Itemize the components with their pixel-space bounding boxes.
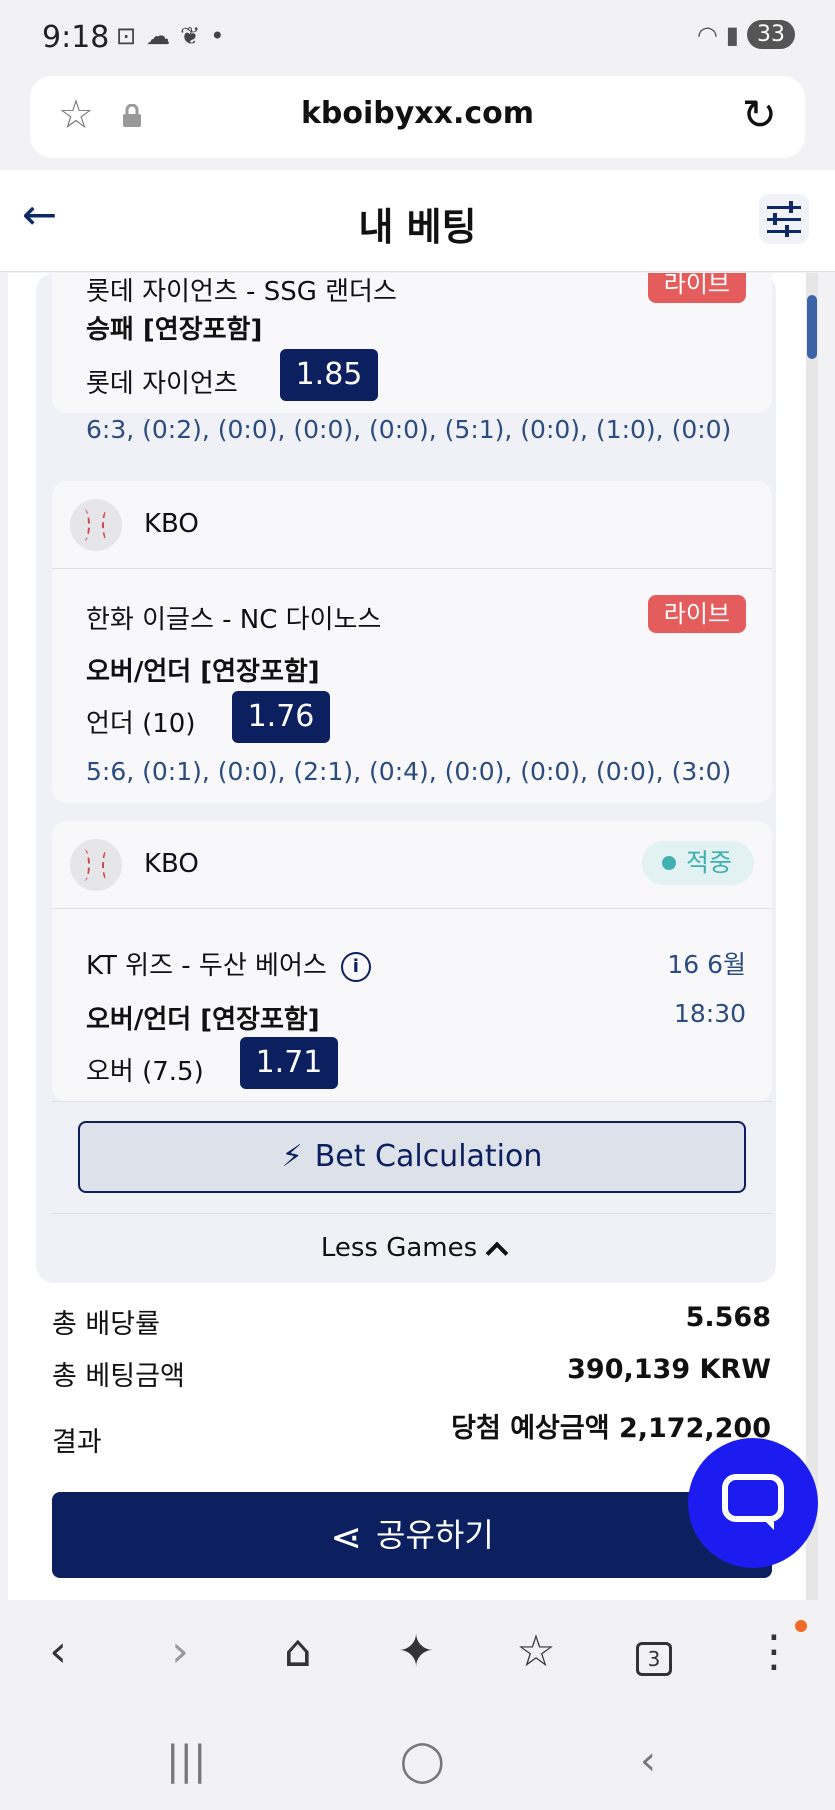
recent-apps-icon[interactable]: ||| <box>166 1738 206 1784</box>
notification-dot <box>795 1620 807 1632</box>
lightning-icon: ⚡ <box>281 1139 303 1174</box>
match-teams: KT 위즈 - 두산 베어스 i <box>86 945 371 982</box>
bet-market: 오버/언더 [연장포함] <box>86 1005 320 1035</box>
odds-badge: 1.71 <box>240 1037 338 1089</box>
score-line: 5:6, (0:1), (0:0), (2:1), (0:4), (0:0), … <box>86 757 732 786</box>
bet-card-body: 승패 [연장포함] 롯데 자이언츠 1.85 6:3, (0:2), (0:0)… <box>52 273 772 463</box>
home-icon[interactable]: ⌂ <box>268 1626 328 1677</box>
bet-card: KBO 적중 KT 위즈 - 두산 베어스 i 16 6월 오버/언더 [연장포함… <box>52 821 772 1101</box>
match-date: 16 6월 <box>667 950 746 979</box>
bet-pick: 언더 (10) <box>86 709 196 739</box>
cloud-icon: ☁ <box>146 22 171 50</box>
address-bar[interactable]: ☆ kboibyxx.com ↻ <box>30 76 805 158</box>
bet-calculation-button[interactable]: ⚡ Bet Calculation <box>78 1121 746 1193</box>
leaf-icon: ❦ <box>180 22 201 50</box>
menu-icon[interactable]: ⋮ <box>744 1626 804 1677</box>
tabs-icon[interactable]: 3 <box>624 1626 684 1677</box>
browser-toolbar: ‹ › ⌂ ✦ ☆ 3 ⋮ <box>0 1600 835 1710</box>
odds-badge: 1.76 <box>232 691 330 743</box>
share-icon: ⋖ <box>330 1515 363 1559</box>
chat-icon[interactable] <box>688 1438 818 1568</box>
bet-slip-content[interactable]: 롯데 자이언츠 - SSG 랜더스 라이브 승패 [연장포함] 롯데 자이언츠 … <box>8 273 818 1600</box>
bet-card: KBO 한화 이글스 - NC 다이노스 라이브 오버/언더 [연장포함] 언더… <box>52 481 772 803</box>
system-back-icon[interactable]: ‹ <box>640 1738 656 1784</box>
bookmarks-icon[interactable]: ☆ <box>506 1626 566 1677</box>
back-icon[interactable]: ‹ <box>28 1626 88 1677</box>
baseball-icon <box>70 839 122 891</box>
reload-icon[interactable]: ↻ <box>742 90 777 139</box>
forward-icon[interactable]: › <box>150 1626 210 1677</box>
less-games-toggle[interactable]: Less Games <box>8 1233 818 1264</box>
screenshot-icon: ⊡ <box>116 22 137 50</box>
system-navigation: ||| ◯ ‹ <box>0 1710 835 1810</box>
live-badge: 라이브 <box>647 595 746 633</box>
dot-icon: • <box>210 22 225 50</box>
battery-icon: 33 <box>747 20 795 49</box>
url-text[interactable]: kboibyxx.com <box>30 96 805 131</box>
sliders-icon[interactable] <box>759 194 809 244</box>
app-header: ← 내 베팅 <box>0 170 835 272</box>
share-button[interactable]: ⋖ 공유하기 <box>52 1492 772 1578</box>
bet-market: 승패 [연장포함] <box>86 315 263 345</box>
info-icon[interactable]: i <box>340 951 371 982</box>
bet-pick: 롯데 자이언츠 <box>86 369 238 399</box>
match-teams: 한화 이글스 - NC 다이노스 <box>86 605 382 635</box>
odds-badge: 1.85 <box>280 349 378 401</box>
chevron-up-icon <box>485 1241 509 1264</box>
signal-icon: ▮ <box>725 20 739 49</box>
status-time: 9:18 <box>42 20 110 55</box>
win-status-badge: 적중 <box>641 841 754 885</box>
home-button-icon[interactable]: ◯ <box>400 1738 445 1784</box>
status-bar: 9:18 ⊡ ☁ ❦ • ◠ ▮ 33 <box>0 0 835 72</box>
sparkle-icon[interactable]: ✦ <box>386 1626 446 1677</box>
score-line: 6:3, (0:2), (0:0), (0:0), (0:0), (5:1), … <box>86 415 732 444</box>
baseball-icon <box>70 499 122 551</box>
league-name: KBO <box>144 509 199 539</box>
page-title: 내 베팅 <box>358 205 477 249</box>
scrollbar[interactable] <box>806 273 818 1600</box>
wifi-icon: ◠ <box>696 20 718 49</box>
league-name: KBO <box>144 849 199 879</box>
bet-market: 오버/언더 [연장포함] <box>86 657 320 687</box>
bet-pick: 오버 (7.5) <box>86 1057 204 1087</box>
match-time: 18:30 <box>673 999 746 1028</box>
